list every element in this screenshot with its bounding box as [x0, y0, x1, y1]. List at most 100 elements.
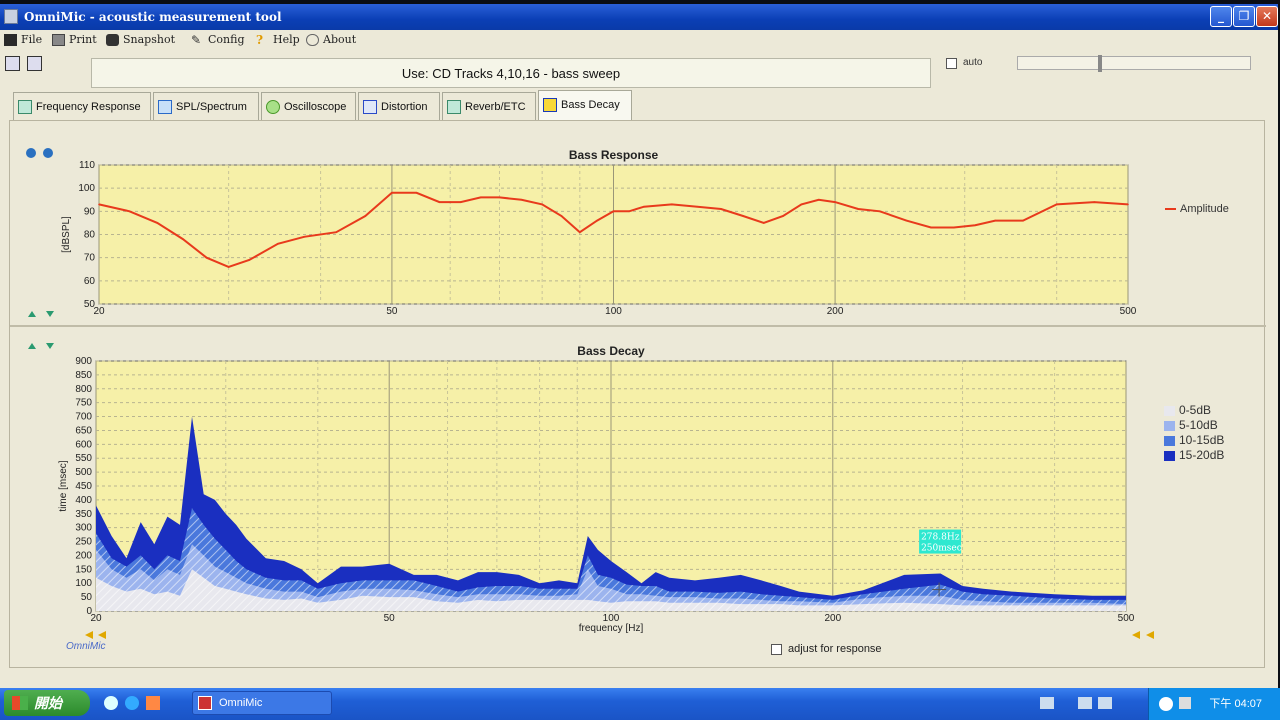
- y-tick-label: 500: [75, 467, 92, 478]
- media-icon[interactable]: [146, 696, 160, 710]
- y-tick-label: 100: [78, 183, 95, 194]
- data-point: [227, 266, 230, 268]
- data-point: [1055, 203, 1058, 206]
- play-toggle-button[interactable]: [27, 56, 42, 71]
- y-tick-label: 550: [75, 453, 92, 464]
- speaker-icon[interactable]: [1179, 697, 1191, 709]
- menu-print[interactable]: Print: [52, 33, 97, 46]
- windows-flag-icon: [12, 696, 28, 710]
- data-point: [182, 238, 184, 240]
- menu-about[interactable]: About: [306, 33, 356, 46]
- tab-bass-decay[interactable]: Bass Decay: [538, 90, 632, 120]
- decay-scroll-icons[interactable]: [28, 343, 54, 349]
- distortion-icon: [363, 100, 377, 114]
- slider-thumb[interactable]: [1098, 55, 1102, 72]
- show-desktop-icon[interactable]: [104, 696, 118, 710]
- legend-swatch: [1164, 435, 1175, 446]
- data-point: [994, 219, 996, 222]
- y-tick-label: 650: [75, 425, 92, 436]
- response-zoom-icons[interactable]: [26, 148, 53, 158]
- data-point: [303, 236, 305, 238]
- x-tick-label: 20: [90, 613, 102, 624]
- chart-title: Bass Response: [569, 148, 659, 162]
- data-point: [742, 215, 744, 217]
- cursor-readout-frequency: 278.8Hz: [921, 533, 960, 543]
- maximize-button[interactable]: ❐: [1233, 6, 1255, 27]
- data-point: [391, 192, 393, 194]
- level-slider[interactable]: [1017, 55, 1251, 72]
- help-tray-icon[interactable]: [1098, 697, 1112, 709]
- taskbar-omnimic-button[interactable]: OmniMic: [192, 691, 332, 715]
- system-tray: 下午 04:07: [1148, 688, 1280, 720]
- menu-config[interactable]: ✎ Config: [191, 33, 245, 46]
- legend-swatch: [1164, 420, 1175, 431]
- omnimic-app-icon: [198, 696, 212, 710]
- tab-reverb-etc[interactable]: Reverb/ETC: [442, 92, 536, 120]
- y-tick-label: 350: [75, 509, 92, 520]
- x-tick-label: 500: [1118, 613, 1135, 624]
- instruction-banner: Use: CD Tracks 4,10,16 - bass sweep: [91, 58, 931, 88]
- data-point: [277, 242, 279, 245]
- y-tick-label: 900: [75, 356, 92, 367]
- title-bar: OmniMic - acoustic measurement tool _ ❐ …: [0, 4, 1278, 30]
- tray-arrow-icon[interactable]: [1159, 697, 1173, 711]
- spectrum-icon: [158, 100, 172, 114]
- decay-legend: 0-5dB 5-10dB 10-15dB 15-20dB: [1164, 403, 1224, 463]
- tab-distortion[interactable]: Distortion: [358, 92, 440, 120]
- y-tick-label: 800: [75, 384, 92, 395]
- x-tick-label: 20: [93, 306, 105, 317]
- x-tick-label: 100: [605, 306, 622, 317]
- tray-app-icon[interactable]: [1078, 697, 1092, 709]
- data-point: [498, 196, 501, 199]
- start-button[interactable]: 開始: [4, 690, 90, 716]
- decay-x-scroll-right[interactable]: [1132, 631, 1154, 639]
- auto-checkbox[interactable]: [946, 58, 957, 69]
- bass-decay-chart: 20 50 100 200 500050100150200250300350400450…: [58, 344, 1135, 634]
- pause-toggle-button[interactable]: [5, 56, 20, 71]
- data-point: [98, 203, 100, 206]
- menu-snapshot[interactable]: Snapshot: [106, 33, 175, 46]
- data-point: [878, 210, 881, 213]
- legend-item-15-20db: 15-20dB: [1164, 448, 1224, 463]
- y-tick-label: 400: [75, 495, 92, 506]
- y-tick-label: 100: [75, 578, 92, 589]
- minimize-button[interactable]: _: [1210, 6, 1232, 27]
- menu-bar: File Print Snapshot ✎ Config ? Help About: [0, 30, 1278, 50]
- legend-swatch-amplitude: [1165, 208, 1176, 211]
- x-tick-label: 200: [824, 613, 841, 624]
- data-point: [560, 215, 563, 217]
- window-title: OmniMic - acoustic measurement tool: [24, 10, 282, 24]
- y-tick-label: 700: [75, 412, 92, 423]
- reverb-icon: [447, 100, 461, 114]
- data-point: [520, 198, 523, 201]
- data-point: [541, 203, 543, 206]
- response-legend: Amplitude: [1165, 203, 1229, 215]
- data-point: [459, 201, 462, 203]
- floppy-icon: [4, 33, 17, 46]
- close-button[interactable]: ✕: [1256, 6, 1278, 27]
- data-point: [335, 231, 337, 233]
- plots-canvas: 20 50 100 200 5005060708090100110Bass Respon…: [10, 148, 1266, 639]
- data-point: [974, 224, 976, 227]
- y-tick-label: 60: [84, 276, 96, 287]
- keyboard-icon[interactable]: [1040, 697, 1054, 709]
- legend-swatch: [1164, 450, 1175, 461]
- y-axis-label: [dBSPL]: [61, 216, 72, 253]
- cursor-readout-time: 250msec: [921, 544, 962, 554]
- clock: 下午 04:07: [1209, 698, 1262, 710]
- menu-file[interactable]: File: [4, 33, 42, 46]
- data-point: [905, 219, 908, 222]
- ie-icon[interactable]: [125, 696, 139, 710]
- tab-frequency-response[interactable]: Frequency Response: [13, 92, 151, 120]
- y-axis-label: time [msec]: [58, 460, 69, 511]
- tab-spl-spectrum[interactable]: SPL/Spectrum: [153, 92, 259, 120]
- y-tick-label: 300: [75, 523, 92, 534]
- tab-oscilloscope[interactable]: Oscilloscope: [261, 92, 356, 120]
- menu-help[interactable]: ? Help: [256, 33, 300, 46]
- response-scroll-icons[interactable]: [28, 311, 54, 317]
- adjust-for-response-checkbox[interactable]: [771, 644, 782, 655]
- legend-item-5-10db: 5-10dB: [1164, 418, 1224, 433]
- decay-x-scroll-left[interactable]: [85, 631, 106, 639]
- oscilloscope-icon: [266, 100, 280, 114]
- data-point: [857, 208, 860, 210]
